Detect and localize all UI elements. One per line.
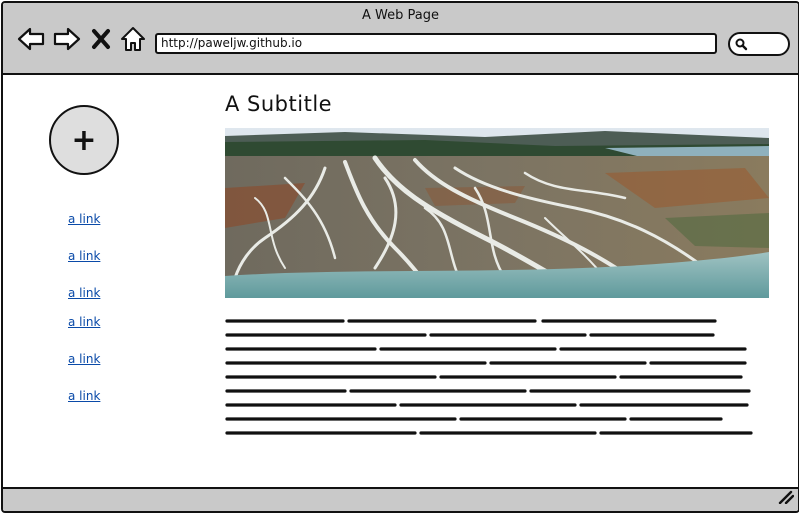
back-button[interactable]: [17, 25, 45, 53]
window-title: A Web Page: [362, 8, 439, 23]
page-subtitle: A Subtitle: [225, 92, 333, 116]
hero-image: [225, 128, 769, 298]
stop-button[interactable]: [90, 25, 112, 53]
browser-window: A Web Page http://paweljw.github.io + a …: [1, 1, 799, 513]
plus-icon: +: [71, 122, 97, 158]
sidebar-link[interactable]: a link: [68, 389, 100, 403]
forward-button[interactable]: [53, 25, 81, 53]
back-arrow-icon: [17, 25, 45, 53]
resize-grip-icon[interactable]: [778, 489, 795, 508]
sidebar-link[interactable]: a link: [68, 286, 100, 300]
browser-toolbar: A Web Page http://paweljw.github.io: [3, 3, 798, 75]
sidebar-link[interactable]: a link: [68, 212, 100, 226]
sidebar-link[interactable]: a link: [68, 352, 100, 366]
scribbled-text-block: [225, 313, 765, 448]
add-button[interactable]: +: [49, 105, 119, 175]
home-icon: [119, 25, 147, 53]
address-bar[interactable]: http://paweljw.github.io: [155, 33, 717, 54]
close-x-icon: [90, 25, 112, 53]
sidebar-link[interactable]: a link: [68, 249, 100, 263]
forward-arrow-icon: [53, 25, 81, 53]
search-field[interactable]: [728, 32, 790, 56]
sidebar-link[interactable]: a link: [68, 315, 100, 329]
home-button[interactable]: [119, 25, 147, 53]
status-bar: [3, 487, 798, 511]
